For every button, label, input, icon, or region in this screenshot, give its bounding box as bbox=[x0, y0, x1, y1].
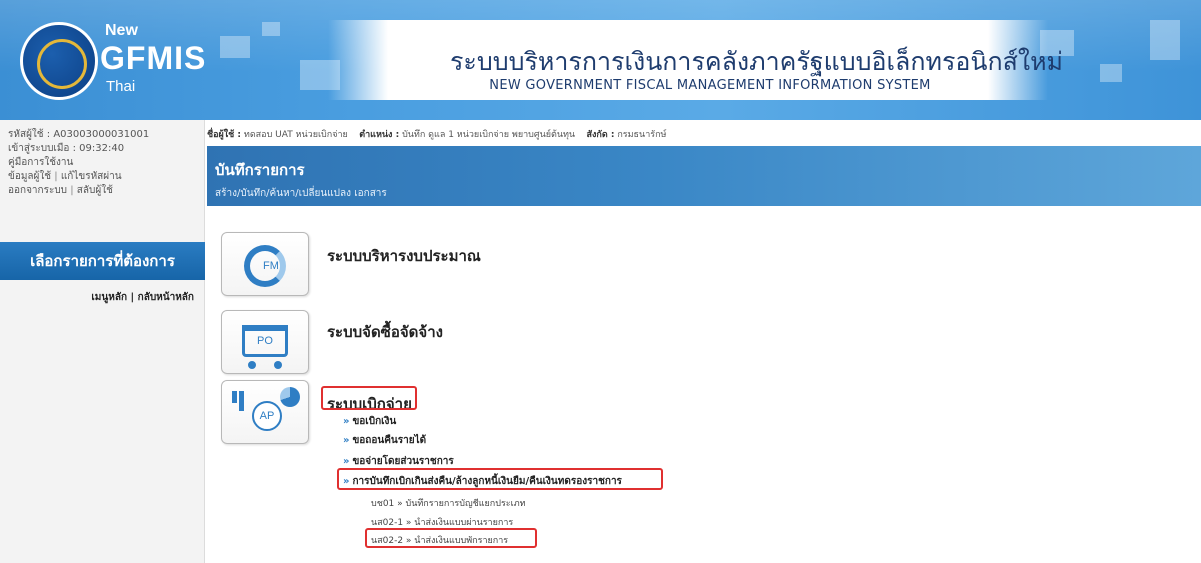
position-value: บันทึก ดูแล 1 หน่วยเบิกจ่าย พยาบศูนย์ต้น… bbox=[402, 130, 576, 140]
ap-link-item[interactable]: » ขอถอนคืนรายได้ bbox=[343, 433, 426, 448]
banner-deco bbox=[1150, 20, 1180, 60]
user-info-link[interactable]: ข้อมูลผู้ใช้ bbox=[8, 171, 51, 182]
pie-chart-icon bbox=[280, 387, 300, 407]
ap-icon-label: AP bbox=[252, 401, 282, 431]
header-banner: ระบบบริหารการเงินการคลังภาครัฐแบบอิเล็กท… bbox=[0, 0, 1201, 120]
name-value: ทดสอบ UAT หน่วยเบิกจ่าย bbox=[243, 130, 348, 140]
page-title: บันทึกรายการ bbox=[215, 161, 305, 179]
sidebar: รหัสผู้ใช้ : A03003000031001 เข้าสู่ระบบ… bbox=[0, 120, 205, 563]
bar-chart-bar bbox=[239, 391, 244, 411]
chevron-right-icon: » bbox=[343, 456, 350, 467]
user-code: รหัสผู้ใช้ : A03003000031001 bbox=[8, 129, 150, 140]
po-system-title[interactable]: ระบบจัดซื้อจัดจ้าง bbox=[327, 320, 443, 344]
user-info-panel: รหัสผู้ใช้ : A03003000031001 เข้าสู่ระบบ… bbox=[0, 120, 204, 198]
ap-system-icon[interactable]: AP bbox=[221, 380, 309, 444]
sub-link-item[interactable]: บช01 » บันทึกรายการบัญชีแยกประเภท bbox=[371, 496, 526, 510]
switch-user-link[interactable]: สลับผู้ใช้ bbox=[77, 185, 113, 196]
user-details-line: ชื่อผู้ใช้ : ทดสอบ UAT หน่วยเบิกจ่าย ตำแ… bbox=[207, 120, 1201, 144]
logo-new-text: New bbox=[105, 22, 138, 39]
logo-gfmis-text: GFMIS bbox=[100, 40, 207, 76]
sidebar-nav-links: เมนูหลัก | กลับหน้าหลัก bbox=[91, 290, 194, 305]
page-title-bar: บันทึกรายการ สร้าง/บันทึก/ค้นหา/เปลี่ยนแ… bbox=[207, 146, 1201, 206]
ap-link-label: ขอเบิกเงิน bbox=[352, 416, 397, 427]
banner-deco bbox=[1100, 64, 1122, 82]
ap-link-highlight bbox=[337, 468, 663, 490]
cart-wheel-icon bbox=[274, 361, 282, 369]
fm-system-icon[interactable]: FM bbox=[221, 232, 309, 296]
banner-deco bbox=[262, 22, 280, 36]
change-password-link[interactable]: แก้ไขรหัสผ่าน bbox=[61, 171, 122, 182]
emblem-icon bbox=[20, 22, 98, 100]
sub-link-item[interactable]: นส02-1 » นำส่งเงินแบบผ่านรายการ bbox=[371, 515, 513, 529]
system-title-english: NEW GOVERNMENT FISCAL MANAGEMENT INFORMA… bbox=[489, 78, 931, 93]
gfmis-logo[interactable]: New GFMIS Thai bbox=[12, 12, 205, 110]
ap-title-highlight bbox=[321, 386, 417, 410]
separator: | bbox=[130, 292, 138, 303]
menu-header: เลือกรายการที่ต้องการ bbox=[0, 242, 205, 280]
bar-chart-bar bbox=[232, 391, 237, 403]
chevron-right-icon: » bbox=[343, 435, 350, 446]
logout-link[interactable]: ออกจากระบบ bbox=[8, 185, 67, 196]
po-system-icon[interactable]: PO bbox=[221, 310, 309, 374]
main-content: FM ระบบบริหารงบประมาณ PO ระบบจัดซื้อจัดจ… bbox=[207, 206, 1201, 563]
cart-icon: PO bbox=[242, 325, 288, 357]
position-label: ตำแหน่ง : bbox=[359, 130, 400, 140]
home-link[interactable]: กลับหน้าหลัก bbox=[138, 292, 194, 303]
chevron-right-icon: » bbox=[343, 416, 350, 427]
manual-link[interactable]: คู่มือการใช้งาน bbox=[8, 156, 198, 170]
ap-link-item[interactable]: » ขอเบิกเงิน bbox=[343, 414, 396, 429]
sub-link-highlight bbox=[365, 528, 537, 548]
ap-link-item[interactable]: » ขอจ่ายโดยส่วนราชการ bbox=[343, 454, 454, 469]
page-subtitle: สร้าง/บันทึก/ค้นหา/เปลี่ยนแปลง เอกสาร bbox=[215, 188, 387, 199]
ap-link-label: ขอถอนคืนรายได้ bbox=[352, 435, 427, 446]
org-value: กรมธนารักษ์ bbox=[617, 130, 667, 140]
main-menu-link[interactable]: เมนูหลัก bbox=[91, 292, 127, 303]
logo-thai-text: Thai bbox=[106, 78, 136, 95]
name-label: ชื่อผู้ใช้ : bbox=[207, 130, 242, 140]
fm-icon-label: FM bbox=[263, 260, 279, 272]
ap-link-label: ขอจ่ายโดยส่วนราชการ bbox=[352, 456, 454, 467]
login-time: เข้าสู่ระบบเมื่อ : 09:32:40 bbox=[8, 143, 125, 154]
org-label: สังกัด : bbox=[586, 130, 615, 140]
po-icon-label: PO bbox=[257, 335, 273, 347]
banner-deco bbox=[220, 36, 250, 58]
system-title-thai: ระบบบริหารการเงินการคลังภาครัฐแบบอิเล็กท… bbox=[450, 47, 1064, 76]
fm-ring-icon: FM bbox=[244, 245, 286, 287]
cart-wheel-icon bbox=[248, 361, 256, 369]
fm-system-title[interactable]: ระบบบริหารงบประมาณ bbox=[327, 244, 481, 268]
